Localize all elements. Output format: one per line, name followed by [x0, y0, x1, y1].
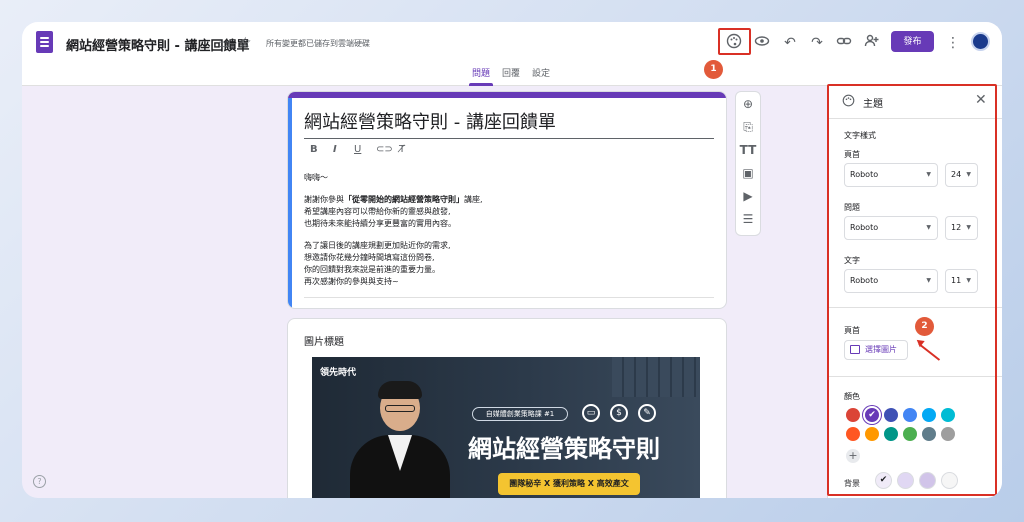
star-icon[interactable]: ☆ [239, 35, 252, 51]
add-image-icon[interactable]: ▣ [736, 166, 760, 180]
form-title[interactable]: 網站經營策略守則 - 講座回饋單 [304, 108, 714, 139]
form-description[interactable]: 嗨嗨～ 謝謝你參與「從零開始的網站經營策略守則」講座, 希望講座內容可以帶給你新… [304, 172, 483, 288]
banner-image: 領先時代 自媒體創業策略課 #1 ▭ $ ✎ 網站經營策略守則 團隊秘辛 X 獲… [312, 357, 700, 498]
annotation-badge-1: 1 [704, 60, 723, 79]
banner-background-pattern [612, 357, 700, 397]
form-header-card[interactable]: 網站經營策略守則 - 講座回饋單 B I U ⊂⊃ T̸ 嗨嗨～ 謝謝你參與「從… [287, 91, 727, 309]
description-line: 希望講座內容可以帶給你新的靈感與啟發, [304, 207, 451, 216]
description-line: 想邀請你花幾分鐘時間填寫這份問卷, [304, 253, 435, 262]
laptop-icon: ▭ [582, 404, 600, 422]
dollar-icon: $ [610, 404, 628, 422]
bold-icon[interactable]: B [310, 144, 318, 155]
add-video-icon[interactable]: ▶ [736, 189, 760, 203]
active-tab-indicator [469, 83, 493, 86]
focus-indicator [288, 98, 292, 308]
description-line: 為了讓日後的講座規劃更加貼近你的需求, [304, 241, 451, 250]
banner-headline: 網站經營策略守則 [468, 435, 660, 463]
theme-panel-highlight [827, 84, 997, 496]
more-icon[interactable]: ⋮ [943, 33, 963, 53]
floating-toolbar: ⊕ ⎘ TT ▣ ▶ ☰ [735, 91, 761, 236]
underline-icon[interactable]: U [354, 144, 361, 155]
description-line: 你的回饋對我來說是前進的重要力量。 [304, 265, 440, 274]
add-person-icon[interactable] [862, 33, 882, 53]
image-title[interactable]: 圖片標題 [304, 333, 344, 348]
description-underline [304, 297, 714, 298]
banner-subline: 團隊秘辛 X 獲利策略 X 高效產文 [498, 473, 640, 495]
add-section-icon[interactable]: ☰ [736, 212, 760, 226]
folder-icon[interactable]: ▭ [218, 36, 231, 52]
banner-logo: 領先時代 [320, 368, 357, 378]
description-line: 也期待未來能持續分享更豐富的實用內容。 [304, 219, 456, 228]
link-format-icon[interactable]: ⊂⊃ [376, 144, 393, 155]
add-question-icon[interactable]: ⊕ [736, 97, 760, 111]
italic-icon[interactable]: I [333, 144, 337, 155]
add-title-icon[interactable]: TT [736, 143, 760, 157]
top-bar: 網站經營策略守則 - 講座回饋單 ▭ ☆ 所有變更都已儲存到雲端硬碟 ↶ ↷ 發… [22, 22, 1002, 86]
clear-format-icon[interactable]: T̸ [399, 144, 405, 155]
help-icon[interactable]: ? [33, 475, 46, 488]
speaker-photo [350, 379, 450, 498]
save-status: 所有變更都已儲存到雲端硬碟 [266, 39, 370, 48]
description-greeting: 嗨嗨～ [304, 173, 328, 182]
header-accent-stripe [288, 92, 726, 98]
link-icon[interactable] [834, 33, 854, 53]
forms-logo-icon[interactable] [36, 31, 53, 53]
description-line: 再次感謝你的參與與支持~ [304, 277, 399, 286]
tab-questions[interactable]: 問題 [472, 66, 490, 79]
tab-responses[interactable]: 回覆 [502, 66, 520, 79]
import-questions-icon[interactable]: ⎘ [736, 120, 760, 135]
redo-icon[interactable]: ↷ [807, 33, 827, 53]
description-line: 謝謝你參與「從零開始的網站經營策略守則」講座, [304, 195, 483, 204]
palette-highlight [718, 28, 751, 55]
avatar[interactable] [971, 32, 990, 51]
tab-settings[interactable]: 設定 [532, 66, 550, 79]
eye-icon[interactable] [752, 33, 772, 53]
banner-tag: 自媒體創業策略課 #1 [472, 407, 568, 421]
pen-icon: ✎ [638, 404, 656, 422]
form-tabs: 問題 回覆 設定 [22, 66, 1002, 86]
undo-icon[interactable]: ↶ [780, 33, 800, 53]
image-item-card[interactable]: 圖片標題 領先時代 自媒體創業策略課 #1 ▭ $ ✎ 網站經營策略守則 團隊秘… [287, 318, 727, 498]
publish-button[interactable]: 發布 [891, 31, 934, 52]
app-window: 網站經營策略守則 - 講座回饋單 ▭ ☆ 所有變更都已儲存到雲端硬碟 ↶ ↷ 發… [22, 22, 1002, 498]
